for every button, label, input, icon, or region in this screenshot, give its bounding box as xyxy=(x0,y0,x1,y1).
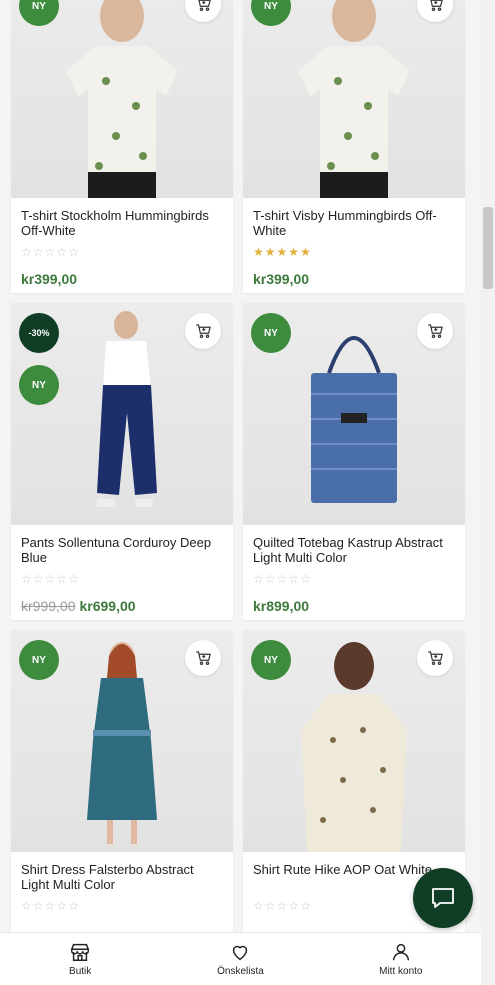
product-card[interactable]: -30% NY Pants Sollentuna Corduroy Deep Blu… xyxy=(11,303,233,620)
cart-icon xyxy=(198,0,211,11)
current-price: kr699,00 xyxy=(79,598,136,614)
product-title[interactable]: Pants Sollentuna Corduroy Deep Blue xyxy=(21,535,223,565)
star-icon: ☆ xyxy=(264,899,276,913)
product-info: T-shirt Stockholm Hummingbirds Off-White… xyxy=(11,198,233,287)
product-image-wrap[interactable]: NY xyxy=(11,630,233,852)
star-rating: ★ ★ ★ ★ ★ xyxy=(253,245,455,259)
nav-item-butik[interactable]: Butik xyxy=(20,941,140,977)
star-icon: ☆ xyxy=(288,572,300,586)
product-title[interactable]: Quilted Totebag Kastrup Abstract Light M… xyxy=(253,535,455,565)
add-to-cart-button[interactable] xyxy=(185,313,221,349)
chat-button[interactable] xyxy=(413,868,473,928)
star-icon: ★ xyxy=(288,245,300,259)
star-rating: ☆ ☆ ☆ ☆ ☆ xyxy=(253,572,455,586)
product-card[interactable]: NY Shirt Dress Falsterbo Abstract Light M… xyxy=(11,630,233,947)
star-icon: ☆ xyxy=(68,899,79,913)
cart-icon xyxy=(196,324,211,338)
product-info: Pants Sollentuna Corduroy Deep Blue ☆ ☆ ☆ ☆ ☆… xyxy=(11,525,233,614)
product-grid: NY T-shirt Stockholm Hummingbirds Off-Whi… xyxy=(11,0,466,947)
store-icon xyxy=(71,943,90,961)
new-badge: NY xyxy=(251,640,291,680)
nav-label-butik: Butik xyxy=(69,966,92,977)
product-image-wrap[interactable]: NY xyxy=(243,0,465,198)
cart-icon xyxy=(428,651,443,665)
star-icon: ☆ xyxy=(32,245,44,259)
current-price: kr899,00 xyxy=(253,598,310,614)
star-icon: ☆ xyxy=(68,245,79,259)
star-icon: ☆ xyxy=(44,899,56,913)
product-price: kr399,00 xyxy=(21,271,223,287)
nav-item-wishlist[interactable]: Önskelista xyxy=(180,941,300,977)
star-icon: ☆ xyxy=(288,899,300,913)
star-icon: ☆ xyxy=(56,572,68,586)
star-icon: ★ xyxy=(276,245,288,259)
star-icon: ☆ xyxy=(56,899,68,913)
product-image xyxy=(298,0,410,198)
heart-icon xyxy=(233,945,248,961)
star-rating: ☆ ☆ ☆ ☆ ☆ xyxy=(21,245,223,259)
sale-badge: -30% xyxy=(19,313,59,353)
product-title[interactable]: Shirt Dress Falsterbo Abstract Light Mul… xyxy=(21,862,223,892)
product-image xyxy=(66,0,178,198)
star-icon: ☆ xyxy=(32,572,44,586)
star-icon: ☆ xyxy=(21,245,32,259)
product-info: Shirt Dress Falsterbo Abstract Light Mul… xyxy=(11,852,233,913)
product-title[interactable]: T-shirt Stockholm Hummingbirds Off-White xyxy=(21,208,223,238)
nav-label-wishlist: Önskelista xyxy=(217,966,264,977)
product-info: Quilted Totebag Kastrup Abstract Light M… xyxy=(243,525,465,614)
current-price: kr399,00 xyxy=(21,271,78,287)
old-price: kr999,00 xyxy=(21,598,76,614)
star-icon: ☆ xyxy=(276,572,288,586)
new-badge: NY xyxy=(19,365,59,405)
star-rating: ☆ ☆ ☆ ☆ ☆ xyxy=(21,572,223,586)
star-icon: ☆ xyxy=(56,245,68,259)
star-icon: ★ xyxy=(300,245,311,259)
current-price: kr399,00 xyxy=(253,271,310,287)
star-icon: ☆ xyxy=(44,572,56,586)
star-icon: ★ xyxy=(264,245,276,259)
star-icon: ☆ xyxy=(44,245,56,259)
star-icon: ☆ xyxy=(32,899,44,913)
add-to-cart-button[interactable] xyxy=(417,640,453,676)
scrollbar-thumb[interactable] xyxy=(483,207,493,289)
star-icon: ☆ xyxy=(276,899,288,913)
star-icon: ☆ xyxy=(264,572,276,586)
product-card[interactable]: NY T-shirt Visby Hummingbirds Off-White ★ ★… xyxy=(243,0,465,293)
new-badge: NY xyxy=(251,313,291,353)
star-icon: ★ xyxy=(253,245,264,259)
product-image-wrap[interactable]: NY xyxy=(11,0,233,198)
star-icon: ☆ xyxy=(21,899,32,913)
nav-label-account: Mitt konto xyxy=(379,966,423,977)
star-icon: ☆ xyxy=(253,572,264,586)
star-icon: ☆ xyxy=(300,899,311,913)
user-icon xyxy=(392,943,409,961)
add-to-cart-button[interactable] xyxy=(417,313,453,349)
star-icon: ☆ xyxy=(300,572,311,586)
product-info: T-shirt Visby Hummingbirds Off-White ★ ★ ★ ★… xyxy=(243,198,465,287)
product-image-wrap[interactable]: NY xyxy=(243,303,465,525)
scrollbar[interactable] xyxy=(481,0,495,985)
new-badge: NY xyxy=(19,640,59,680)
star-rating: ☆ ☆ ☆ ☆ ☆ xyxy=(21,899,223,913)
product-image-wrap[interactable]: NY xyxy=(243,630,465,852)
cart-icon xyxy=(428,324,443,338)
product-price: kr899,00 xyxy=(253,598,455,614)
product-price: kr399,00 xyxy=(253,271,455,287)
nav-item-account[interactable]: Mitt konto xyxy=(341,941,461,977)
product-card[interactable]: NY Quilted Totebag Kastrup Abstract Light… xyxy=(243,303,465,620)
cart-icon xyxy=(430,0,443,11)
star-icon: ☆ xyxy=(253,899,264,913)
star-icon: ☆ xyxy=(21,572,32,586)
product-title[interactable]: T-shirt Visby Hummingbirds Off-White xyxy=(253,208,455,238)
add-to-cart-button[interactable] xyxy=(185,640,221,676)
product-card[interactable]: NY T-shirt Stockholm Hummingbirds Off-Whi… xyxy=(11,0,233,293)
cart-icon xyxy=(196,651,211,665)
star-icon: ☆ xyxy=(68,572,79,586)
chat-bubble-icon xyxy=(432,888,454,908)
bottom-navigation: Butik Önskelista Mitt konto xyxy=(0,932,481,985)
product-image-wrap[interactable]: -30% NY xyxy=(11,303,233,525)
product-price: kr999,00 kr699,00 xyxy=(21,598,223,614)
